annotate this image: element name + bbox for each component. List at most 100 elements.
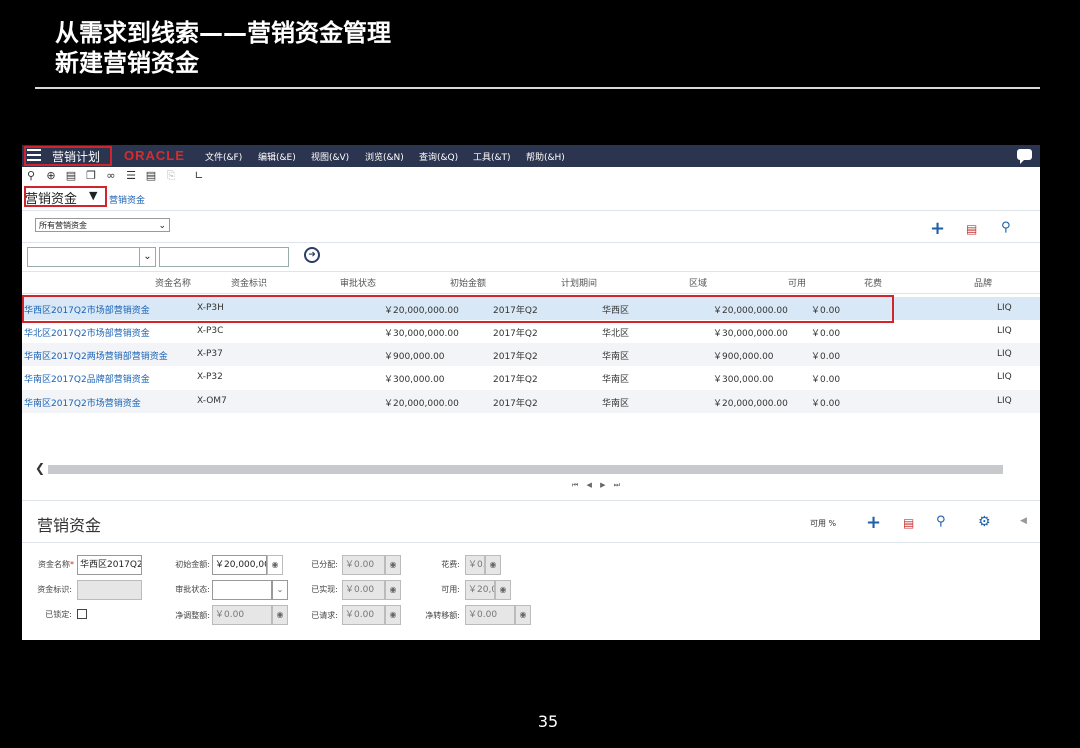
menu-tools[interactable]: 工具(&T) [473, 150, 511, 163]
chevron-down-icon[interactable]: ⌄ [139, 247, 156, 267]
breadcrumb-link[interactable]: 营销资金 [109, 193, 145, 206]
currency-calculator-icon[interactable]: ◉ [385, 605, 401, 625]
currency-calculator-icon[interactable]: ◉ [495, 580, 511, 600]
period-cell: 2017年Q2 [493, 352, 538, 362]
chevron-left-icon[interactable]: ❮ [35, 461, 45, 475]
link-icon[interactable]: ∞ [104, 169, 118, 183]
currency-calculator-icon[interactable]: ◉ [385, 555, 401, 575]
spent-cell: ￥0.00 [811, 329, 841, 339]
print-icon[interactable]: ⎘ [164, 169, 178, 183]
go-button[interactable]: ➜ [304, 247, 320, 263]
column-header-region[interactable]: 区域 [689, 276, 707, 289]
fund-id-cell: X-P37 [197, 349, 223, 359]
currency-calculator-icon[interactable]: ◉ [272, 605, 288, 625]
column-header-approval-status[interactable]: 审批状态 [340, 276, 376, 289]
divider [22, 242, 1040, 243]
available-cell: ￥300,000.00 [713, 375, 774, 385]
highlight-box-selected-row [22, 295, 894, 323]
fund-name-link[interactable]: 华北区2017Q2市场部营销资金 [24, 326, 150, 339]
form-title: 营销资金 [37, 516, 102, 535]
region-cell: 华北区 [602, 329, 630, 339]
initial-amount-label: 初始金额: [175, 560, 210, 569]
table-row[interactable]: 华南区2017Q2市场营销资金 X-OM7 ￥20,000,000.00 201… [22, 390, 1040, 413]
approval-status-label: 审批状态: [175, 585, 210, 594]
fund-name-link[interactable]: 华南区2017Q2品牌部营销资金 [24, 372, 150, 385]
locked-label: 已锁定: [45, 610, 72, 619]
column-header-fund-id[interactable]: 资金标识 [231, 276, 267, 289]
highlight-box-app-title [24, 146, 112, 166]
menu-edit[interactable]: 编辑(&E) [258, 150, 296, 163]
spent-cell: ￥0.00 [811, 352, 841, 362]
available-cell: ￥900,000.00 [713, 352, 774, 362]
delete-icon[interactable]: ▤ [966, 222, 977, 236]
currency-calculator-icon[interactable]: ◉ [515, 605, 531, 625]
fund-name-link[interactable]: 华南区2017Q2市场营销资金 [24, 396, 141, 409]
available-field: ￥20,000,000.00 [465, 580, 495, 600]
available-percent-label: 可用 % [810, 519, 837, 528]
brand-cell: LIQ [997, 326, 1012, 336]
menu-view[interactable]: 视图(&V) [311, 150, 349, 163]
search-icon[interactable]: ⚲ [24, 169, 38, 183]
collapse-icon[interactable]: ◀ [1020, 516, 1027, 526]
fund-id-cell: X-P3C [197, 326, 224, 336]
currency-calculator-icon[interactable]: ◉ [267, 555, 283, 575]
slide-title-line2: 新建营销资金 [55, 49, 199, 77]
available-label: 可用: [441, 585, 460, 594]
column-header-period[interactable]: 计划期间 [561, 276, 597, 289]
scrollbar-thumb[interactable] [48, 465, 1003, 474]
column-header-available[interactable]: 可用 [788, 276, 806, 289]
fund-name-label: 资金名称* [22, 559, 74, 570]
menu-navigate[interactable]: 浏览(&N) [365, 150, 404, 163]
list-icon[interactable]: ☰ [124, 169, 138, 183]
spent-label: 花费: [441, 560, 460, 569]
table-row[interactable]: 华南区2017Q2两场营销部营销资金 X-P37 ￥900,000.00 201… [22, 343, 1040, 366]
approval-status-select[interactable] [212, 580, 272, 600]
table-row[interactable]: 华南区2017Q2品牌部营销资金 X-P32 ￥300,000.00 2017年… [22, 366, 1040, 389]
chevron-down-icon[interactable]: ⌄ [158, 219, 166, 233]
fund-name-link[interactable]: 华南区2017Q2两场营销部营销资金 [24, 349, 168, 362]
record-pager[interactable]: ⏮ ◀ ▶ ⏭ [572, 481, 623, 490]
delete-icon[interactable]: ▤ [903, 516, 914, 530]
column-header-initial-amount[interactable]: 初始金额 [450, 276, 486, 289]
column-header-brand[interactable]: 品牌 [974, 276, 992, 289]
currency-calculator-icon[interactable]: ◉ [385, 580, 401, 600]
clipboard-icon[interactable]: ▤ [64, 169, 78, 183]
menu-file[interactable]: 文件(&F) [205, 150, 242, 163]
chat-icon[interactable] [1017, 149, 1032, 164]
list-selector[interactable]: 所有营销资金 ⌄ [35, 218, 170, 232]
period-cell: 2017年Q2 [493, 375, 538, 385]
chevron-down-icon[interactable]: ⌄ [272, 580, 288, 600]
add-icon[interactable]: + [930, 218, 945, 239]
add-icon[interactable]: + [866, 512, 881, 533]
available-cell: ￥20,000,000.00 [713, 399, 788, 409]
menu-query[interactable]: 查询(&Q) [419, 150, 458, 163]
column-header-spent[interactable]: 花费 [864, 276, 882, 289]
fund-name-field[interactable]: 华西区2017Q2 [77, 555, 142, 575]
locked-checkbox[interactable] [77, 609, 87, 619]
filter-value-input[interactable] [159, 247, 289, 267]
currency-calculator-icon[interactable]: ◉ [485, 555, 501, 575]
go-icon[interactable]: ⊕ [44, 169, 58, 183]
notes-icon[interactable]: ▤ [144, 169, 158, 183]
menu-help[interactable]: 帮助(&H) [526, 150, 565, 163]
gear-icon[interactable]: ⚙ [978, 514, 991, 530]
divider [22, 210, 1040, 211]
fund-id-field [77, 580, 142, 600]
toolbar: ⚲ ⊕ ▤ ❐ ∞ ☰ ▤ ⎘ ∟ [22, 169, 322, 185]
table-row[interactable]: 华北区2017Q2市场部营销资金 X-P3C ￥30,000,000.00 20… [22, 320, 1040, 343]
chart-icon[interactable]: ∟ [192, 169, 206, 183]
fund-name-label-text: 资金名称 [38, 560, 70, 569]
horizontal-scrollbar[interactable]: ❮ [32, 461, 1032, 475]
fund-id-cell: X-P32 [197, 372, 223, 382]
list-selector-value: 所有营销资金 [39, 221, 87, 230]
initial-amount-cell: ￥20,000,000.00 [384, 399, 459, 409]
net-adjust-field: ￥0.00 [212, 605, 272, 625]
column-header-fund-name[interactable]: 资金名称 [155, 276, 191, 289]
search-icon[interactable]: ⚲ [936, 514, 946, 529]
copy-icon[interactable]: ❐ [84, 169, 98, 183]
allocated-label: 已分配: [311, 560, 338, 569]
search-icon[interactable]: ⚲ [1001, 220, 1011, 235]
initial-amount-field[interactable]: ￥20,000,000.00 [212, 555, 267, 575]
title-divider [35, 87, 1040, 89]
filter-field-select[interactable] [27, 247, 156, 267]
